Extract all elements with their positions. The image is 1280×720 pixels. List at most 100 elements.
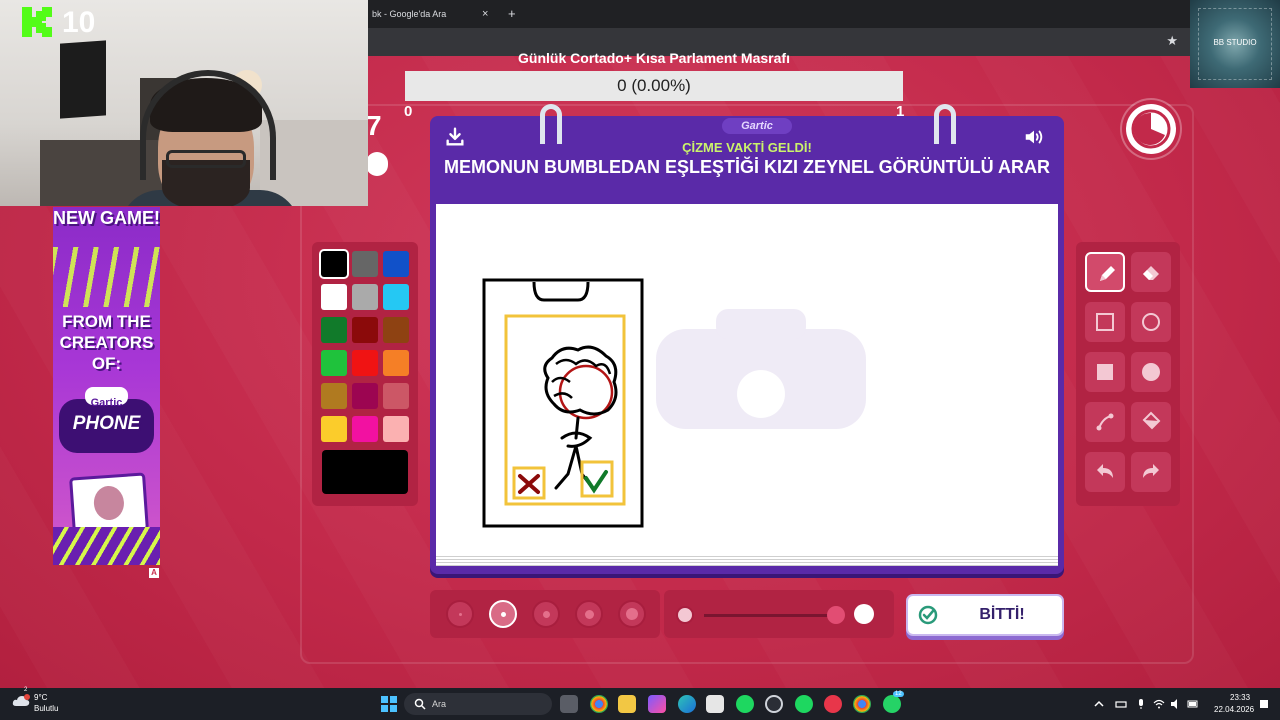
circle-filled-tool-button[interactable] bbox=[1131, 352, 1171, 392]
done-button[interactable]: BİTTİ! bbox=[906, 594, 1064, 636]
network-off-icon[interactable] bbox=[1115, 698, 1127, 710]
color-swatch[interactable] bbox=[352, 416, 378, 442]
undo-icon bbox=[1097, 464, 1113, 478]
notification-icon[interactable] bbox=[1258, 698, 1270, 710]
color-swatch[interactable] bbox=[352, 350, 378, 376]
brush-size-button[interactable] bbox=[575, 600, 603, 628]
drawing-canvas[interactable] bbox=[436, 204, 1058, 554]
rectangle-outline-tool-button[interactable] bbox=[1085, 302, 1125, 342]
color-swatch[interactable] bbox=[352, 383, 378, 409]
search-icon bbox=[414, 698, 426, 710]
microphone-icon[interactable] bbox=[1135, 698, 1147, 710]
copilot-icon[interactable] bbox=[648, 695, 666, 713]
browser-tab[interactable]: bk - Google'da Ara × bbox=[368, 4, 498, 28]
chrome-active-icon[interactable] bbox=[853, 695, 871, 713]
tool-panel bbox=[1076, 242, 1180, 506]
brush-size-button[interactable] bbox=[618, 600, 646, 628]
settings-gear-icon[interactable] bbox=[765, 695, 783, 713]
opacity-knob[interactable] bbox=[827, 606, 845, 624]
circle-outline-tool-button[interactable] bbox=[1131, 302, 1171, 342]
color-swatch[interactable] bbox=[352, 251, 378, 277]
edge-icon[interactable] bbox=[678, 695, 696, 713]
recorder-app-icon[interactable] bbox=[824, 695, 842, 713]
new-tab-icon[interactable]: + bbox=[508, 4, 516, 24]
color-swatch[interactable] bbox=[352, 284, 378, 310]
tab-close-icon[interactable]: × bbox=[482, 4, 488, 24]
opacity-track[interactable] bbox=[704, 614, 844, 617]
undo-button[interactable] bbox=[1085, 452, 1125, 492]
brush-size-dot bbox=[500, 611, 506, 617]
check-icon bbox=[918, 605, 938, 625]
brush-size-dot bbox=[542, 610, 550, 618]
counter-value: 0 (0.00%) bbox=[617, 76, 691, 95]
weather-description: Bulutlu bbox=[34, 704, 59, 713]
brush-size-button[interactable] bbox=[532, 600, 560, 628]
spotify-icon[interactable] bbox=[795, 695, 813, 713]
gartic-phone-ad[interactable]: NEW GAME! FROM THE CREATORS OF: Gartic P… bbox=[53, 207, 160, 565]
windows-taskbar: 2 9°C Bulutlu Ara 12 23:33 22.04.2026 bbox=[0, 687, 1280, 720]
browser-tab-title: bk - Google'da Ara bbox=[372, 9, 447, 19]
volume-icon[interactable] bbox=[1170, 698, 1182, 710]
color-swatch[interactable] bbox=[352, 317, 378, 343]
eraser-icon bbox=[1143, 266, 1159, 280]
chrome-icon[interactable] bbox=[590, 695, 608, 713]
task-view-icon[interactable] bbox=[560, 695, 578, 713]
file-explorer-icon[interactable] bbox=[618, 695, 636, 713]
color-swatch[interactable] bbox=[383, 317, 409, 343]
redo-button[interactable] bbox=[1131, 452, 1171, 492]
studio-camera-overlay: BB STUDIO bbox=[1190, 0, 1280, 88]
color-swatch[interactable] bbox=[383, 350, 409, 376]
color-swatch[interactable] bbox=[383, 284, 409, 310]
rectangle-filled-tool-button[interactable] bbox=[1085, 352, 1125, 392]
current-color-preview bbox=[322, 450, 408, 494]
whatsapp-icon[interactable] bbox=[883, 695, 901, 713]
webcam-overlay: 10 bbox=[0, 0, 368, 206]
gartic-brand-badge: Gartic bbox=[722, 118, 792, 134]
color-swatch[interactable] bbox=[383, 251, 409, 277]
color-palette bbox=[312, 242, 418, 506]
cloudy-weather-icon[interactable] bbox=[12, 694, 30, 708]
opacity-slider[interactable] bbox=[664, 590, 894, 638]
store-icon[interactable] bbox=[706, 695, 724, 713]
whatsapp-badge: 12 bbox=[893, 691, 904, 697]
color-swatch[interactable] bbox=[321, 284, 347, 310]
line-tool-button[interactable] bbox=[1085, 402, 1125, 442]
wifi-icon[interactable] bbox=[1153, 698, 1165, 710]
drawing-notebook: Gartic ÇİZME VAKTİ GELDİ! MEMONUN BUMBLE… bbox=[430, 104, 1064, 574]
brush-size-dot bbox=[626, 608, 638, 620]
taskbar-search[interactable]: Ara bbox=[404, 693, 552, 715]
pencil-tool-button[interactable] bbox=[1085, 252, 1125, 292]
timer-icon bbox=[1126, 104, 1176, 154]
pencil-icon bbox=[1100, 266, 1115, 281]
chevron-up-icon[interactable] bbox=[1093, 698, 1105, 710]
spotify-icon[interactable] bbox=[736, 695, 754, 713]
clock-time[interactable]: 23:33 bbox=[1230, 693, 1250, 702]
color-swatch[interactable] bbox=[383, 416, 409, 442]
sound-icon[interactable] bbox=[1022, 126, 1046, 148]
phase-subtitle: ÇİZME VAKTİ GELDİ! bbox=[682, 140, 812, 155]
bucket-fill-tool-button[interactable] bbox=[1131, 402, 1171, 442]
color-swatch[interactable] bbox=[321, 317, 347, 343]
browser-tab-strip: bk - Google'da Ara × + bbox=[368, 0, 1190, 28]
color-swatch[interactable] bbox=[321, 251, 347, 277]
clock-date[interactable]: 22.04.2026 bbox=[1214, 705, 1254, 714]
ad-choices-badge[interactable]: A bbox=[149, 568, 159, 578]
color-swatch[interactable] bbox=[321, 350, 347, 376]
weather-temperature: 9°C bbox=[34, 693, 48, 702]
color-swatch[interactable] bbox=[383, 383, 409, 409]
color-swatch[interactable] bbox=[321, 416, 347, 442]
brush-size-button[interactable] bbox=[446, 600, 474, 628]
ad-logo-bottom: PHONE bbox=[72, 413, 141, 434]
eraser-tool-button[interactable] bbox=[1131, 252, 1171, 292]
battery-icon[interactable] bbox=[1187, 698, 1199, 710]
color-swatch[interactable] bbox=[321, 383, 347, 409]
brush-size-selector bbox=[430, 590, 660, 638]
bookmark-star-icon[interactable]: ★ bbox=[1166, 33, 1178, 49]
channel-number: 10 bbox=[62, 6, 96, 39]
windows-start-icon[interactable] bbox=[381, 696, 397, 712]
brush-size-button[interactable] bbox=[489, 600, 517, 628]
counter-title: Günlük Cortado+ Kısa Parlament Masrafı bbox=[518, 50, 790, 66]
ad-tagline: FROM THE CREATORS OF: bbox=[59, 312, 154, 373]
player-drawing bbox=[482, 278, 644, 528]
redo-icon bbox=[1143, 464, 1159, 478]
